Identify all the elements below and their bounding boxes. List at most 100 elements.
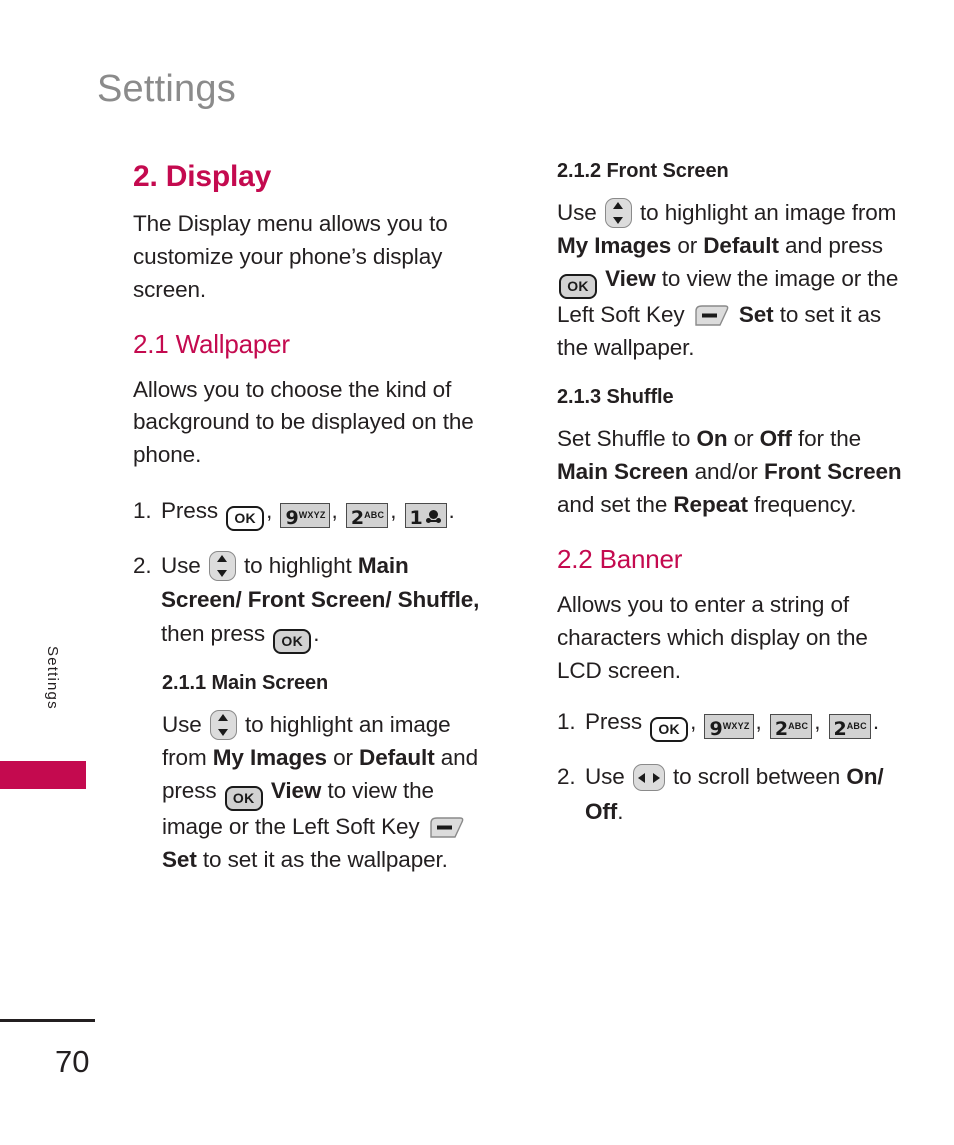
subsub-title-main-screen: 2.1.1 Main Screen: [162, 672, 329, 695]
key-digit: 9: [285, 507, 299, 530]
comma-separator: ,: [814, 709, 821, 735]
main-screen-block: 2.1.1 Main Screen Use to highlight an im…: [162, 672, 485, 876]
subsection-title-wallpaper: 2.1 Wallpaper: [133, 328, 290, 359]
key-digit: 9: [709, 718, 723, 741]
step-terminator: .: [313, 621, 320, 647]
keypad-9-wxyz-icon[interactable]: 9WXYZ: [704, 714, 754, 741]
step-terminator: .: [872, 709, 879, 735]
navigation-left-right-key-icon[interactable]: [632, 764, 665, 792]
step-text: Use: [161, 553, 201, 579]
comma-separator: ,: [690, 709, 697, 735]
bold-term: View: [605, 265, 656, 291]
key-digit: 2: [833, 718, 847, 741]
left-column: 2. Display The Display menu allows you t…: [133, 160, 485, 899]
main-screen-paragraph: Use to highlight an image from My Images…: [162, 709, 485, 876]
navigation-up-down-key-icon[interactable]: [208, 551, 236, 582]
bold-term: Default: [703, 232, 779, 258]
wallpaper-step-1: 1. Press OK, 9WXYZ, 2ABC, 1.: [133, 494, 485, 532]
keypad-9-wxyz-icon[interactable]: 9WXYZ: [280, 503, 330, 530]
wallpaper-step-2: 2. Use to highlight Main Screen/ Front S…: [133, 549, 485, 655]
bold-term: Off: [759, 426, 792, 452]
key-digit: 2: [774, 718, 789, 741]
paragraph-text: Set Shuffle to: [557, 426, 691, 452]
step-terminator: .: [448, 498, 455, 524]
wallpaper-intro-paragraph: Allows you to choose the kind of backgro…: [133, 376, 474, 468]
side-tab-marker: [0, 761, 86, 789]
side-tab-label: Settings: [44, 646, 61, 710]
right-column: 2.1.2 Front Screen Use to highlight an i…: [557, 160, 909, 847]
section-title-display: 2. Display: [133, 160, 272, 193]
comma-separator: ,: [331, 498, 338, 524]
navigation-up-down-key-icon[interactable]: [209, 710, 237, 741]
bold-term: My Images: [557, 232, 672, 258]
display-intro-paragraph: The Display menu allows you to customize…: [133, 211, 448, 302]
left-soft-key-icon[interactable]: [429, 816, 465, 839]
step-marker: 1.: [133, 498, 152, 524]
comma-separator: ,: [390, 498, 397, 524]
bold-term: Set: [162, 846, 197, 872]
ok-key-icon[interactable]: OK: [226, 506, 265, 532]
left-soft-key-icon[interactable]: [694, 304, 730, 327]
comma-separator: ,: [266, 498, 273, 524]
paragraph-text: or: [733, 426, 754, 452]
shuffle-paragraph: Set Shuffle to On or Off for the Main Sc…: [557, 423, 909, 522]
page-number: 70: [55, 1044, 90, 1079]
bold-term: My Images: [212, 745, 327, 771]
subsection-title-banner: 2.2 Banner: [557, 543, 683, 574]
paragraph-text: and/or: [694, 459, 758, 485]
paragraph-text: frequency.: [754, 492, 857, 518]
bold-term: Repeat: [673, 492, 748, 518]
step-marker: 2.: [557, 764, 576, 790]
keypad-1-voicemail-icon[interactable]: 1: [404, 503, 447, 530]
banner-steps: 1. Press OK, 9WXYZ, 2ABC, 2ABC. 2. Use t…: [557, 705, 909, 828]
key-letters: ABC: [364, 510, 385, 521]
paragraph-text: to set it as the wallpaper.: [202, 846, 448, 872]
bold-term: Default: [359, 745, 435, 771]
key-digit: 2: [350, 507, 365, 530]
banner-step-2: 2. Use to scroll between On/ Off.: [557, 760, 909, 828]
paragraph-text: and press: [785, 232, 883, 258]
paragraph-text: Use: [557, 200, 597, 225]
key-letters: WXYZ: [722, 721, 750, 732]
ok-key-icon[interactable]: OK: [224, 786, 263, 812]
paragraph-text: and set the: [557, 492, 668, 518]
key-letters: WXYZ: [298, 510, 326, 521]
ok-key-icon[interactable]: OK: [559, 273, 597, 299]
voicemail-glyph-icon: [425, 509, 441, 525]
key-digit: 1: [409, 507, 423, 530]
subsub-title-shuffle: 2.1.3 Shuffle: [557, 386, 674, 409]
step-text: to scroll between: [673, 764, 841, 790]
step-text: then press: [161, 621, 266, 647]
banner-step-1: 1. Press OK, 9WXYZ, 2ABC, 2ABC.: [557, 705, 909, 743]
paragraph-text: or: [333, 745, 353, 771]
step-terminator: .: [617, 798, 624, 824]
step-text: Press: [161, 498, 219, 524]
banner-intro-paragraph: Allows you to enter a string of characte…: [557, 591, 868, 683]
subsub-title-front-screen: 2.1.2 Front Screen: [557, 160, 729, 182]
step-marker: 2.: [133, 553, 152, 579]
step-text: to highlight: [244, 553, 352, 579]
ok-key-icon[interactable]: OK: [650, 717, 689, 743]
step-marker: 1.: [557, 709, 576, 735]
front-screen-paragraph: Use to highlight an image from My Images…: [557, 197, 909, 364]
bold-term: View: [270, 778, 322, 804]
step-text: Use: [585, 764, 625, 790]
bold-term: Front Screen: [763, 459, 902, 485]
bold-term: Set: [738, 301, 774, 327]
keypad-2-abc-icon[interactable]: 2ABC: [828, 714, 871, 741]
keypad-2-abc-icon[interactable]: 2ABC: [769, 714, 813, 741]
ok-key-icon[interactable]: OK: [273, 629, 312, 655]
comma-separator: ,: [755, 709, 762, 735]
wallpaper-steps: 1. Press OK, 9WXYZ, 2ABC, 1. 2. Use to h…: [133, 494, 485, 655]
key-letters: ABC: [846, 721, 867, 732]
paragraph-text: for the: [797, 426, 862, 452]
key-letters: ABC: [788, 721, 809, 732]
step-text: Press: [585, 709, 643, 735]
page-running-header: Settings: [97, 68, 236, 110]
navigation-up-down-key-icon[interactable]: [604, 198, 632, 228]
keypad-2-abc-icon[interactable]: 2ABC: [345, 503, 389, 530]
bold-term: On: [696, 426, 728, 452]
bold-term: Main Screen: [557, 459, 689, 485]
footer-divider: [0, 1019, 95, 1022]
paragraph-text: or: [677, 232, 698, 258]
